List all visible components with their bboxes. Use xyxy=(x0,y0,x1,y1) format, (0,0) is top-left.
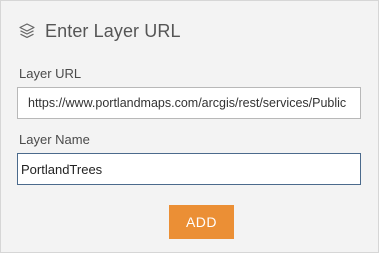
layer-url-label: Layer URL xyxy=(19,66,82,81)
add-button[interactable]: ADD xyxy=(169,205,234,239)
layer-name-label: Layer Name xyxy=(19,132,90,147)
panel-header: Enter Layer URL xyxy=(18,19,181,43)
layers-icon xyxy=(18,22,36,40)
enter-layer-url-panel: Enter Layer URL Layer URL Layer Name ADD xyxy=(0,0,379,253)
layer-url-input[interactable] xyxy=(17,87,361,119)
layer-name-input[interactable] xyxy=(17,153,361,185)
panel-title: Enter Layer URL xyxy=(45,20,181,41)
